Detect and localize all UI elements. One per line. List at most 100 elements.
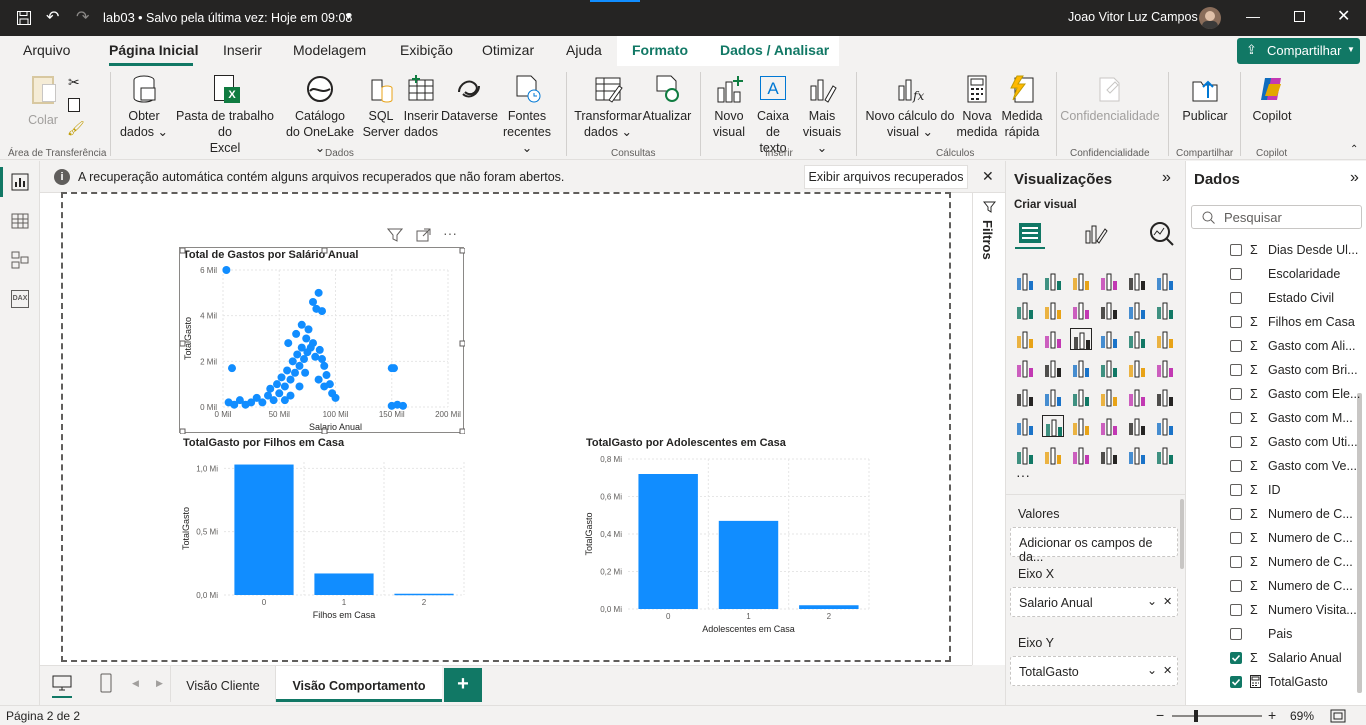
power-apps-visual-icon[interactable]	[1014, 444, 1036, 466]
tab-pagina-inicial[interactable]: Página Inicial	[109, 42, 198, 58]
filters-pane-collapsed[interactable]: Filtros	[972, 193, 1005, 665]
transform-data-button[interactable]: Transformar dados ⌄	[574, 74, 642, 140]
100-bar-visual-icon[interactable]	[1126, 270, 1148, 292]
filled-map-visual-icon[interactable]	[1042, 357, 1064, 379]
restore-icon[interactable]	[1294, 11, 1305, 22]
line-column-2-visual-icon[interactable]	[1126, 299, 1148, 321]
report-view-icon[interactable]	[11, 173, 29, 191]
tab-ajuda[interactable]: Ajuda	[566, 42, 602, 58]
table-view-icon[interactable]	[11, 212, 29, 230]
zoom-slider[interactable]	[1172, 710, 1262, 722]
next-page-icon[interactable]: ▶	[156, 678, 163, 689]
line-visual-icon[interactable]	[1014, 299, 1036, 321]
field-checkbox[interactable]	[1230, 556, 1242, 568]
tab-modelagem[interactable]: Modelagem	[293, 42, 366, 58]
r-visual-visual-icon[interactable]	[1126, 386, 1148, 408]
collapse-icon[interactable]: »	[1350, 169, 1359, 187]
scatter-visual[interactable]: Total de Gastos por Salário Anual 0 Mil 2…	[179, 247, 465, 434]
matrix-visual-icon[interactable]	[1098, 386, 1120, 408]
new-visual-button[interactable]: Novo visual	[708, 74, 750, 140]
ribbon-visual-icon[interactable]	[1154, 299, 1176, 321]
user-name[interactable]: Joao Vitor Luz Campos	[1068, 10, 1198, 24]
collapse-icon[interactable]: »	[1162, 169, 1171, 187]
field-checkbox[interactable]	[1230, 676, 1242, 688]
treemap-visual-icon[interactable]	[1154, 328, 1176, 350]
fit-to-page-icon[interactable]	[1330, 709, 1346, 723]
collapse-ribbon-icon[interactable]: ⌃	[1350, 144, 1358, 155]
pie-visual-icon[interactable]	[1098, 328, 1120, 350]
new-visual-calc-button[interactable]: fx Novo cálculo do visual ⌄	[864, 74, 956, 140]
custom-2-visual-icon[interactable]	[1154, 444, 1176, 466]
azure-map-visual-icon[interactable]	[1070, 357, 1092, 379]
excel-workbook-button[interactable]: X Pasta de trabalho do Excel	[170, 74, 280, 156]
format-visual-icon[interactable]	[1084, 221, 1108, 245]
more-visuals-ellipsis[interactable]: ···	[1016, 467, 1030, 483]
quick-measure-button[interactable]: Medida rápida	[998, 74, 1046, 140]
page-tab-visao-cliente[interactable]: Visão Cliente	[170, 666, 276, 702]
power-automate-visual-icon[interactable]	[1042, 444, 1064, 466]
zoom-out-icon[interactable]: −	[1156, 707, 1164, 723]
stacked-column-visual-icon[interactable]	[1042, 270, 1064, 292]
field-checkbox[interactable]	[1230, 580, 1242, 592]
stacked-area-visual-icon[interactable]	[1070, 299, 1092, 321]
pane-scrollbar[interactable]	[1180, 499, 1184, 569]
share-button[interactable]: ⇪ Compartilhar ▼	[1237, 38, 1360, 64]
more-visuals-button[interactable]: Mais visuais ⌄	[798, 74, 846, 156]
remove-field-icon[interactable]: ✕	[1163, 595, 1172, 608]
slicer-visual-icon[interactable]	[1042, 386, 1064, 408]
area-visual-icon[interactable]	[1042, 299, 1064, 321]
python-visual-visual-icon[interactable]	[1154, 386, 1176, 408]
decomposition-tree-visual-icon[interactable]	[1042, 415, 1064, 437]
table-visual-icon[interactable]	[1070, 386, 1092, 408]
analytics-icon[interactable]	[1149, 221, 1175, 247]
chevron-down-icon[interactable]: ⌄	[1147, 663, 1157, 677]
field-checkbox[interactable]	[1230, 244, 1242, 256]
model-view-icon[interactable]	[11, 251, 29, 269]
narrative-visual-icon[interactable]	[1098, 444, 1120, 466]
avatar[interactable]	[1199, 7, 1221, 29]
chevron-down-icon[interactable]: ▼	[344, 11, 353, 21]
field-checkbox[interactable]	[1230, 388, 1242, 400]
tab-dados-analisar[interactable]: Dados / Analisar	[720, 42, 829, 58]
tab-formato[interactable]: Formato	[632, 42, 688, 58]
zoom-in-icon[interactable]: +	[1268, 707, 1276, 723]
tab-exibicao[interactable]: Exibição	[400, 42, 453, 58]
field-checkbox[interactable]	[1230, 628, 1242, 640]
page-tab-visao-comportamento[interactable]: Visão Comportamento	[276, 666, 442, 702]
scatter-visual-icon[interactable]	[1070, 328, 1092, 350]
field-checkbox[interactable]	[1230, 460, 1242, 472]
100-column-visual-icon[interactable]	[1154, 270, 1176, 292]
multi-row-card-visual-icon[interactable]	[1154, 357, 1176, 379]
recent-sources-button[interactable]: Fontes recentes ⌄	[497, 74, 557, 156]
search-box[interactable]: Pesquisar	[1191, 205, 1362, 229]
field-checkbox[interactable]	[1230, 340, 1242, 352]
refresh-button[interactable]: Atualizar	[642, 74, 692, 124]
smart-narrative-visual-icon[interactable]	[1098, 415, 1120, 437]
copilot-button[interactable]: Copilot	[1248, 74, 1296, 124]
custom-1-visual-icon[interactable]	[1126, 444, 1148, 466]
key-influencers-visual-icon[interactable]	[1014, 415, 1036, 437]
metrics-visual-icon[interactable]	[1070, 444, 1092, 466]
field-checkbox[interactable]	[1230, 652, 1242, 664]
chevron-down-icon[interactable]: ⌄	[1147, 594, 1157, 608]
more-options-icon[interactable]: ···	[443, 225, 457, 241]
field-checkbox[interactable]	[1230, 268, 1242, 280]
funnel-visual-icon[interactable]	[1042, 328, 1064, 350]
field-checkbox[interactable]	[1230, 292, 1242, 304]
field-checkbox[interactable]	[1230, 412, 1242, 424]
new-measure-button[interactable]: Nova medida	[956, 74, 998, 140]
bar-visual-adolescentes[interactable]: TotalGasto por Adolescentes em Casa 0,0 …	[582, 434, 882, 639]
build-visual-tab[interactable]	[1015, 219, 1045, 249]
waterfall-visual-icon[interactable]	[1014, 328, 1036, 350]
redo-icon[interactable]: ↷	[76, 7, 89, 27]
tab-inserir[interactable]: Inserir	[223, 42, 262, 58]
zoom-slider-thumb[interactable]	[1194, 710, 1198, 722]
get-data-button[interactable]: Obter dados ⌄	[118, 74, 170, 140]
field-checkbox[interactable]	[1230, 364, 1242, 376]
dax-query-view-icon[interactable]: DAX	[11, 290, 29, 308]
field-checkbox[interactable]	[1230, 316, 1242, 328]
onelake-catalog-button[interactable]: Catálogo do OneLake ⌄	[280, 74, 360, 156]
clustered-bar-visual-icon[interactable]	[1070, 270, 1092, 292]
undo-icon[interactable]: ↶	[46, 7, 59, 27]
kpi-visual-icon[interactable]	[1014, 386, 1036, 408]
